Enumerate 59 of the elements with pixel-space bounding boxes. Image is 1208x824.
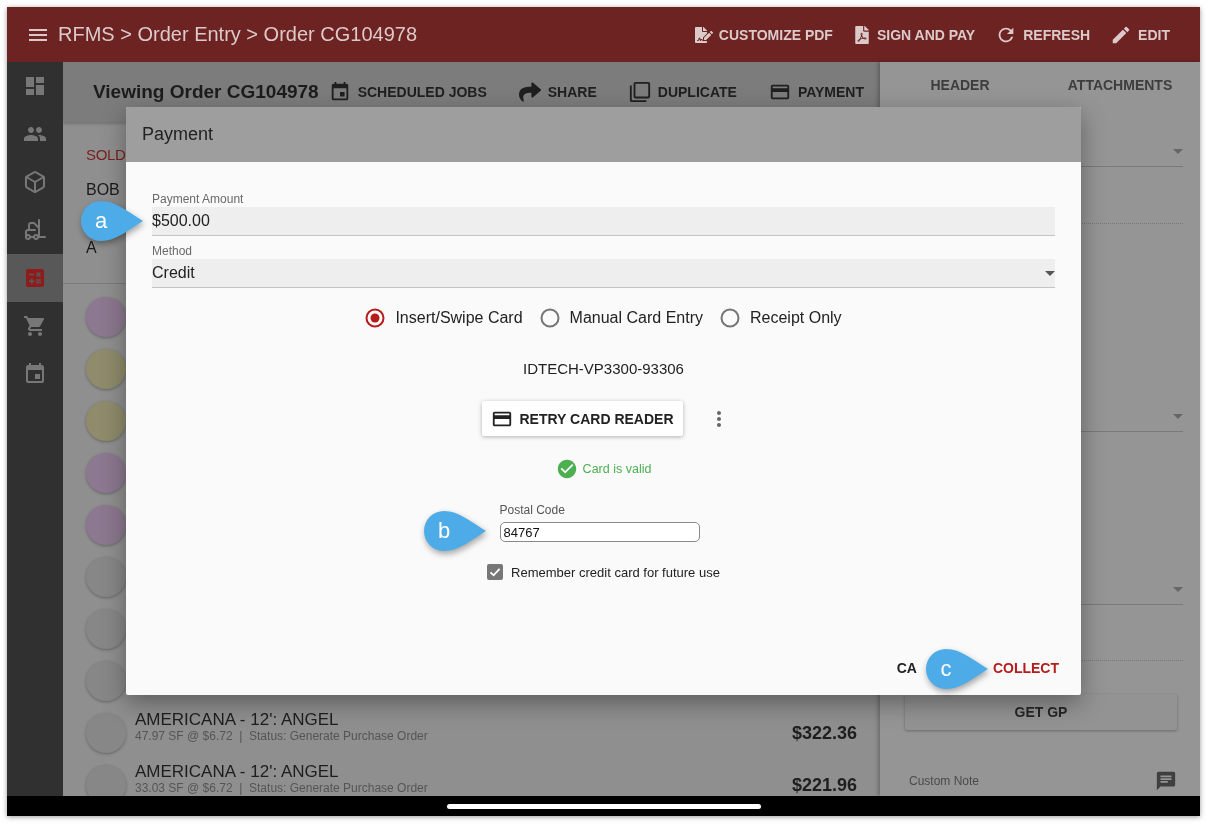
method-select[interactable]: Credit (152, 259, 1055, 288)
postal-code-input[interactable]: 84767 (499, 522, 700, 542)
callout-marker: a (80, 200, 144, 242)
box-icon (23, 170, 47, 194)
caret-icon (1173, 149, 1183, 154)
radio-button[interactable] (539, 308, 560, 328)
item-detail: 47.97 SF @ $6.72 | Status: Generate Purchase Order (135, 729, 428, 743)
pdf-file-icon (852, 25, 871, 44)
retry-card-reader-button[interactable]: RETRY CARD READER (482, 401, 683, 436)
amount-field[interactable]: $500.00 (152, 207, 1055, 236)
toolbar-button[interactable]: REFRESH (995, 23, 1091, 46)
cart-icon (23, 314, 47, 338)
document-pen-icon (694, 25, 713, 44)
get-gp-button[interactable]: GET GP (905, 694, 1177, 730)
forklift-icon (23, 218, 47, 242)
caret-icon (1045, 270, 1055, 276)
radio-button[interactable] (720, 308, 740, 328)
tab[interactable]: HEADER (880, 62, 1040, 108)
customer-text: BOB (86, 180, 120, 200)
field-label: Postal Code (499, 503, 565, 517)
dialog-title: Payment (142, 124, 214, 145)
device-name: IDTECH-VP3300-93306 (523, 359, 684, 379)
chat-icon[interactable] (1155, 770, 1177, 792)
toolbar-button[interactable]: PAYMENT (768, 81, 864, 103)
toolbar-button[interactable]: EDIT (1110, 23, 1170, 46)
callout-marker: b (423, 510, 487, 552)
share-icon (518, 81, 541, 103)
item-title: AMERICANA - 12': ANGEL (135, 711, 339, 729)
item-title: AMERICANA - 12': ANGEL (135, 763, 339, 781)
toolbar-button[interactable]: SCHEDULED JOBS (328, 81, 487, 103)
custom-note-label: Custom Note (909, 774, 980, 788)
checkbox[interactable] (487, 564, 504, 580)
order-title: Viewing Order CG104978 (93, 81, 319, 103)
callout-marker: c (925, 648, 989, 690)
radio-label[interactable]: Insert/Swipe Card (395, 309, 523, 327)
calendar-icon (23, 362, 47, 386)
cancel-button[interactable]: CA (894, 650, 919, 686)
caret-icon (1173, 414, 1183, 419)
toolbar-button[interactable]: SIGN AND PAY (852, 25, 976, 44)
checkbox-label[interactable]: Remember credit card for future use (511, 564, 720, 580)
radio-button[interactable] (365, 308, 386, 328)
tab[interactable]: ATTACHMENTS (1040, 62, 1200, 108)
section-heading: SOLD (86, 145, 126, 165)
item-price: $322.36 (791, 722, 857, 744)
item-detail: 33.03 SF @ $6.72 | Status: Generate Purchase Order (135, 781, 428, 795)
radio-label[interactable]: Manual Card Entry (569, 309, 703, 327)
breadcrumb: RFMS > Order Entry > Order CG104978 (58, 23, 419, 46)
dashboard-icon (23, 74, 47, 98)
radio-label[interactable]: Receipt Only (750, 309, 842, 327)
field-label: Method (152, 244, 193, 258)
calculator-icon (23, 266, 47, 290)
card-status: Card is valid (582, 462, 652, 476)
copy-icon (628, 81, 651, 103)
toolbar-button[interactable]: DUPLICATE (628, 81, 737, 103)
toolbar-button[interactable]: CUSTOMIZE PDF (694, 25, 833, 44)
caret-icon (1173, 587, 1183, 592)
field-label: Payment Amount (152, 192, 244, 206)
toolbar-button[interactable]: SHARE (518, 81, 597, 103)
item-price: $221.96 (791, 774, 857, 796)
